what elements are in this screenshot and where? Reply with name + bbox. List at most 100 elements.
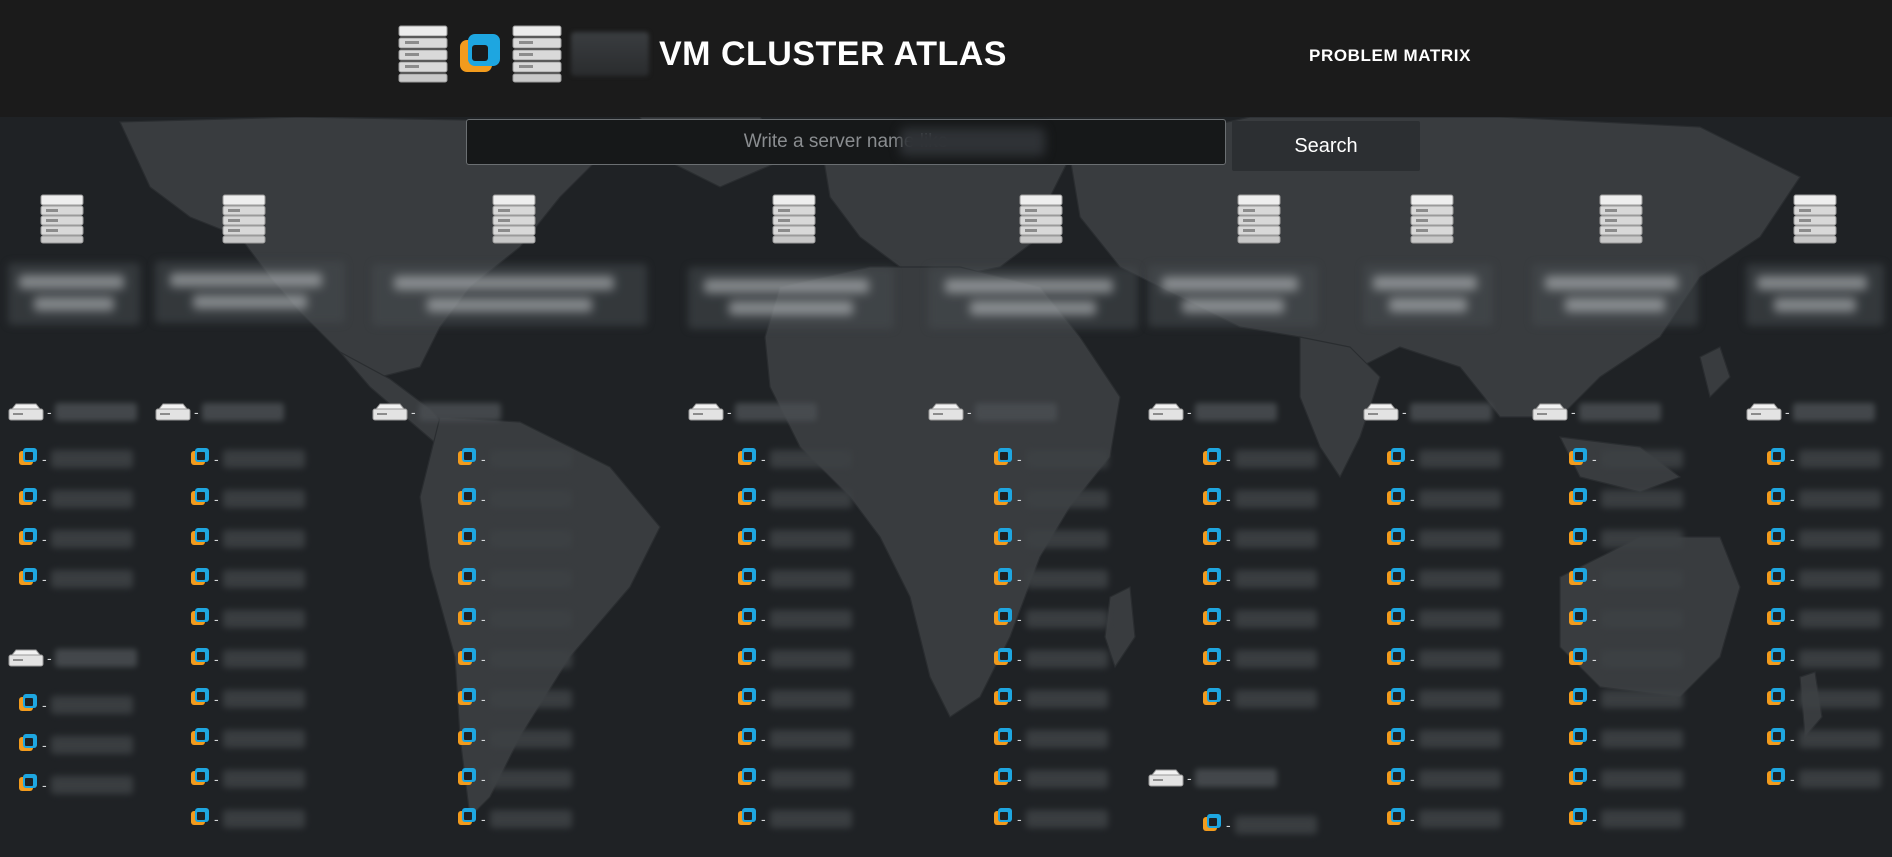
cluster-label[interactable] — [8, 263, 140, 325]
vm-item[interactable]: - — [1386, 767, 1501, 790]
host-node[interactable]: - — [8, 400, 137, 424]
cluster-server-icon[interactable] — [490, 193, 538, 245]
host-node[interactable]: - — [1532, 400, 1661, 424]
vm-item[interactable]: - — [737, 447, 852, 470]
cluster-server-icon[interactable] — [1791, 193, 1839, 245]
vm-item[interactable]: - — [18, 527, 133, 550]
cluster-server-icon[interactable] — [220, 193, 268, 245]
host-node[interactable]: - — [1148, 766, 1277, 790]
vm-item[interactable]: - — [737, 727, 852, 750]
cluster-label[interactable] — [1746, 264, 1884, 326]
vm-item[interactable]: - — [1202, 567, 1317, 590]
vm-item[interactable]: - — [18, 733, 133, 756]
vm-item[interactable]: - — [1386, 647, 1501, 670]
vm-item[interactable]: - — [993, 647, 1108, 670]
vm-item[interactable]: - — [1202, 447, 1317, 470]
cluster-server-icon[interactable] — [38, 193, 86, 245]
vm-item[interactable]: - — [1766, 567, 1881, 590]
vm-item[interactable]: - — [1568, 807, 1683, 830]
vm-item[interactable]: - — [1766, 487, 1881, 510]
cluster-server-icon[interactable] — [1017, 193, 1065, 245]
host-node[interactable]: - — [372, 400, 501, 424]
vm-item[interactable]: - — [1766, 607, 1881, 630]
vm-item[interactable]: - — [737, 807, 852, 830]
vm-item[interactable]: - — [1766, 687, 1881, 710]
vm-item[interactable]: - — [1386, 607, 1501, 630]
vm-item[interactable]: - — [1766, 447, 1881, 470]
vm-item[interactable]: - — [457, 527, 572, 550]
vm-item[interactable]: - — [18, 693, 133, 716]
vm-item[interactable]: - — [1766, 767, 1881, 790]
brand[interactable]: VM CLUSTER ATLAS — [395, 22, 1007, 86]
vm-item[interactable]: - — [1202, 813, 1317, 836]
vm-item[interactable]: - — [1568, 607, 1683, 630]
vm-item[interactable]: - — [993, 567, 1108, 590]
vm-item[interactable]: - — [1766, 647, 1881, 670]
cluster-label[interactable] — [1148, 265, 1318, 327]
cluster-server-icon[interactable] — [1597, 193, 1645, 245]
host-node[interactable]: - — [928, 400, 1057, 424]
vm-item[interactable]: - — [18, 447, 133, 470]
vm-item[interactable]: - — [737, 487, 852, 510]
host-node[interactable]: - — [8, 646, 137, 670]
vm-item[interactable]: - — [1766, 527, 1881, 550]
vm-item[interactable]: - — [190, 567, 305, 590]
vm-item[interactable]: - — [1202, 487, 1317, 510]
vm-item[interactable]: - — [1202, 647, 1317, 670]
vm-item[interactable]: - — [190, 647, 305, 670]
vm-item[interactable]: - — [737, 767, 852, 790]
vm-item[interactable]: - — [457, 447, 572, 470]
vm-item[interactable]: - — [737, 527, 852, 550]
vm-item[interactable]: - — [1386, 527, 1501, 550]
vm-item[interactable]: - — [1386, 687, 1501, 710]
vm-item[interactable]: - — [457, 727, 572, 750]
vm-item[interactable]: - — [190, 727, 305, 750]
cluster-label[interactable] — [372, 264, 647, 326]
host-node[interactable]: - — [1746, 400, 1875, 424]
vm-item[interactable]: - — [737, 607, 852, 630]
host-node[interactable]: - — [155, 400, 284, 424]
vm-item[interactable]: - — [993, 447, 1108, 470]
vm-item[interactable]: - — [1386, 727, 1501, 750]
vm-item[interactable]: - — [1568, 647, 1683, 670]
vm-item[interactable]: - — [993, 727, 1108, 750]
vm-item[interactable]: - — [737, 687, 852, 710]
vm-item[interactable]: - — [190, 527, 305, 550]
vm-item[interactable]: - — [1202, 527, 1317, 550]
vm-item[interactable]: - — [1568, 567, 1683, 590]
vm-item[interactable]: - — [18, 567, 133, 590]
cluster-label[interactable] — [1363, 264, 1493, 326]
vm-item[interactable]: - — [1386, 487, 1501, 510]
vm-item[interactable]: - — [190, 607, 305, 630]
vm-item[interactable]: - — [737, 647, 852, 670]
vm-item[interactable]: - — [1568, 527, 1683, 550]
vm-item[interactable]: - — [457, 647, 572, 670]
vm-item[interactable]: - — [18, 773, 133, 796]
vm-item[interactable]: - — [1386, 567, 1501, 590]
vm-item[interactable]: - — [1568, 727, 1683, 750]
vm-item[interactable]: - — [190, 807, 305, 830]
vm-item[interactable]: - — [190, 767, 305, 790]
vm-item[interactable]: - — [457, 807, 572, 830]
vm-item[interactable]: - — [457, 767, 572, 790]
vm-item[interactable]: - — [993, 527, 1108, 550]
vm-item[interactable]: - — [1202, 687, 1317, 710]
vm-item[interactable]: - — [993, 487, 1108, 510]
cluster-server-icon[interactable] — [1408, 193, 1456, 245]
host-node[interactable]: - — [1148, 400, 1277, 424]
vm-item[interactable]: - — [190, 687, 305, 710]
vm-item[interactable]: - — [993, 807, 1108, 830]
cluster-label[interactable] — [928, 267, 1138, 329]
vm-item[interactable]: - — [737, 567, 852, 590]
vm-item[interactable]: - — [1568, 687, 1683, 710]
vm-item[interactable]: - — [993, 607, 1108, 630]
cluster-server-icon[interactable] — [770, 193, 818, 245]
vm-item[interactable]: - — [457, 487, 572, 510]
cluster-label[interactable] — [155, 261, 345, 323]
vm-item[interactable]: - — [457, 567, 572, 590]
cluster-server-icon[interactable] — [1235, 193, 1283, 245]
cluster-label[interactable] — [1532, 264, 1698, 326]
search-input[interactable] — [466, 119, 1226, 165]
vm-item[interactable]: - — [1766, 727, 1881, 750]
vm-item[interactable]: - — [190, 487, 305, 510]
